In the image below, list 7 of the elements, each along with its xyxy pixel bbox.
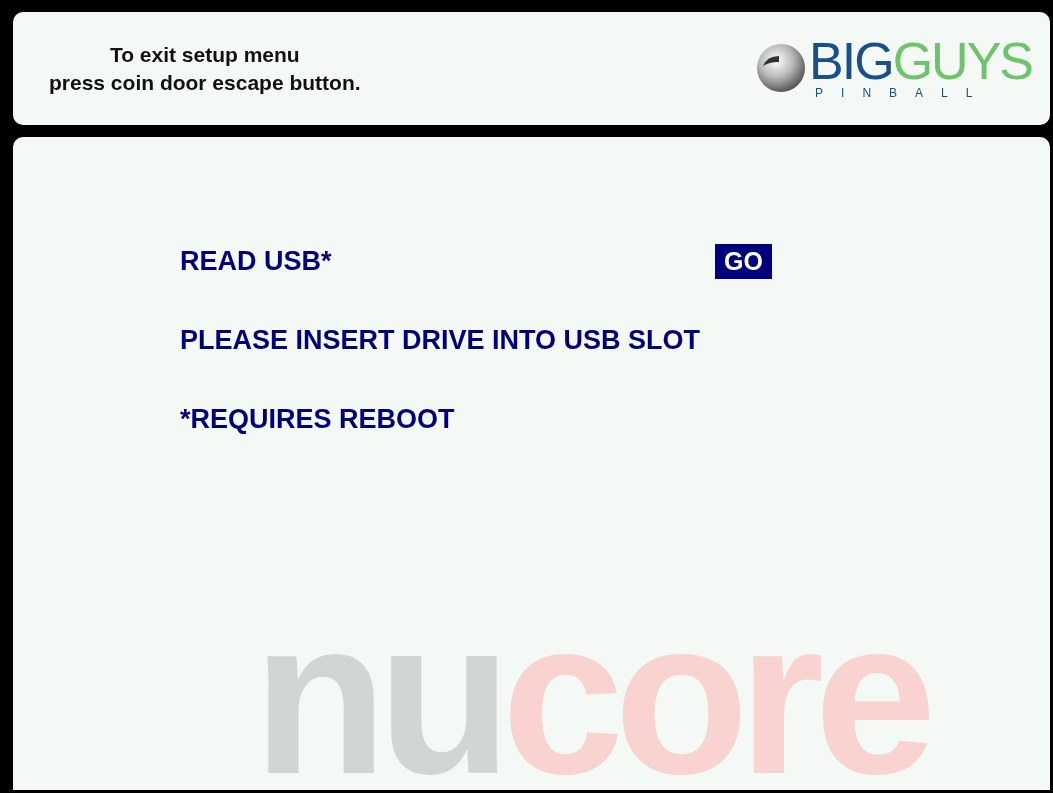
menu-label: READ USB*: [180, 245, 333, 277]
pinball-icon: [755, 42, 808, 95]
exit-instruction: To exit setup menu press coin door escape button.: [49, 42, 361, 96]
menu-text: *REQUIRES REBOOT: [180, 403, 456, 435]
menu-text: PLEASE INSERT DRIVE INTO USB SLOT: [180, 324, 702, 356]
go-button[interactable]: GO: [715, 243, 772, 279]
brand-logo: BIGGUYS PINBALL: [755, 36, 1032, 101]
